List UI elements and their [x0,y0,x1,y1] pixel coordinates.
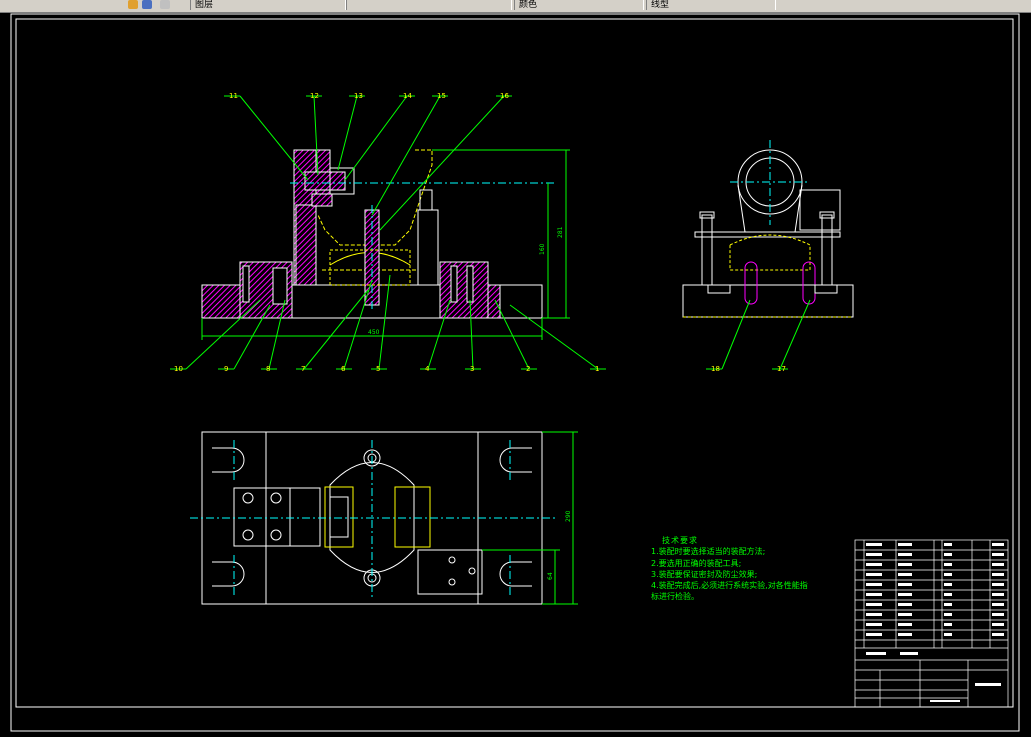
dim-front-height-inner: 160 [539,243,546,255]
leaders-side [706,299,811,370]
dim-plan-height: 290 [565,510,572,522]
balloon-2: 2 [526,365,530,373]
layer-dropdown[interactable]: 图层 [190,0,346,10]
tech-note-line: 1.装配时要选择适当的装配方法; [651,547,766,557]
linetype-dropdown[interactable]: 线型 [646,0,776,10]
balloon-10: 10 [174,365,183,373]
balloon-16: 16 [500,92,509,100]
drawing-canvas[interactable]: 281 160 450 11 12 13 14 15 16 10 9 8 7 6… [0,12,1031,737]
dim-plan-offset: 64 [547,572,554,580]
balloon-11: 11 [229,92,238,100]
toolbar-icon-3[interactable] [160,0,170,9]
balloon-3: 3 [470,365,474,373]
balloon-17: 17 [777,365,786,373]
tech-note-line: 标进行检验。 [651,592,699,602]
balloon-15: 15 [437,92,446,100]
tech-note-line: 4.装配完成后,必须进行系统实验,对各性能指 [651,581,808,591]
tech-notes-title: 技术要求 [662,536,698,545]
toolbar-dropdown-2[interactable] [346,0,512,10]
front-view [201,149,555,319]
balloon-7: 7 [301,365,305,373]
balloon-6: 6 [341,365,346,373]
toolbar-icon-1[interactable] [128,0,138,9]
tech-note-line: 2.要选用正确的装配工具; [651,558,742,568]
side-view [682,140,854,318]
balloon-14: 14 [403,92,412,100]
dim-front-width: 450 [368,329,380,336]
title-block-text-marks [866,543,1004,702]
balloon-5: 5 [376,365,380,373]
balloon-18: 18 [711,365,720,373]
balloon-8: 8 [266,365,270,373]
toolbar-icon-2[interactable] [142,0,152,9]
balloon-9: 9 [224,365,228,373]
technical-requirements: 技术要求 1.装配时要选择适当的装配方法; 2.要选用正确的装配工具; 3.装配… [651,535,808,603]
color-dropdown[interactable]: 颜色 [514,0,644,10]
balloon-4: 4 [425,365,430,373]
balloon-1: 1 [595,365,599,373]
tech-note-line: 3.装配要保证密封及防尘效果; [651,569,758,579]
balloon-12: 12 [310,92,319,100]
balloon-13: 13 [354,92,363,100]
dim-front-height-outer: 281 [557,226,564,238]
